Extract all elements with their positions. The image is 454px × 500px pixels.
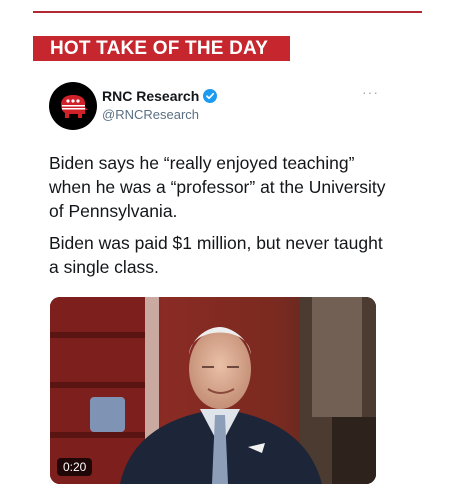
elephant-logo-icon	[61, 95, 88, 118]
tweet-card[interactable]: RNC Research @RNCResearch ··· Biden says…	[32, 62, 392, 500]
video-duration-badge: 0:20	[57, 458, 93, 476]
video-thumbnail	[50, 297, 376, 484]
section-banner: HOT TAKE OF THE DAY	[33, 36, 290, 61]
top-divider	[33, 11, 422, 13]
tweet-text-paragraph-2: Biden was paid $1 million, but never tau…	[49, 233, 383, 277]
video-player[interactable]: 0:20	[50, 297, 376, 484]
author-handle[interactable]: @RNCResearch	[102, 107, 199, 122]
author-name[interactable]: RNC Research	[102, 88, 199, 104]
verified-badge-icon	[203, 89, 218, 103]
author-name-row[interactable]: RNC Research	[102, 88, 218, 104]
avatar[interactable]	[49, 82, 97, 130]
tweet-text-paragraph-1: Biden says he “really enjoyed teaching” …	[49, 153, 386, 221]
more-options-icon[interactable]: ···	[362, 84, 379, 100]
